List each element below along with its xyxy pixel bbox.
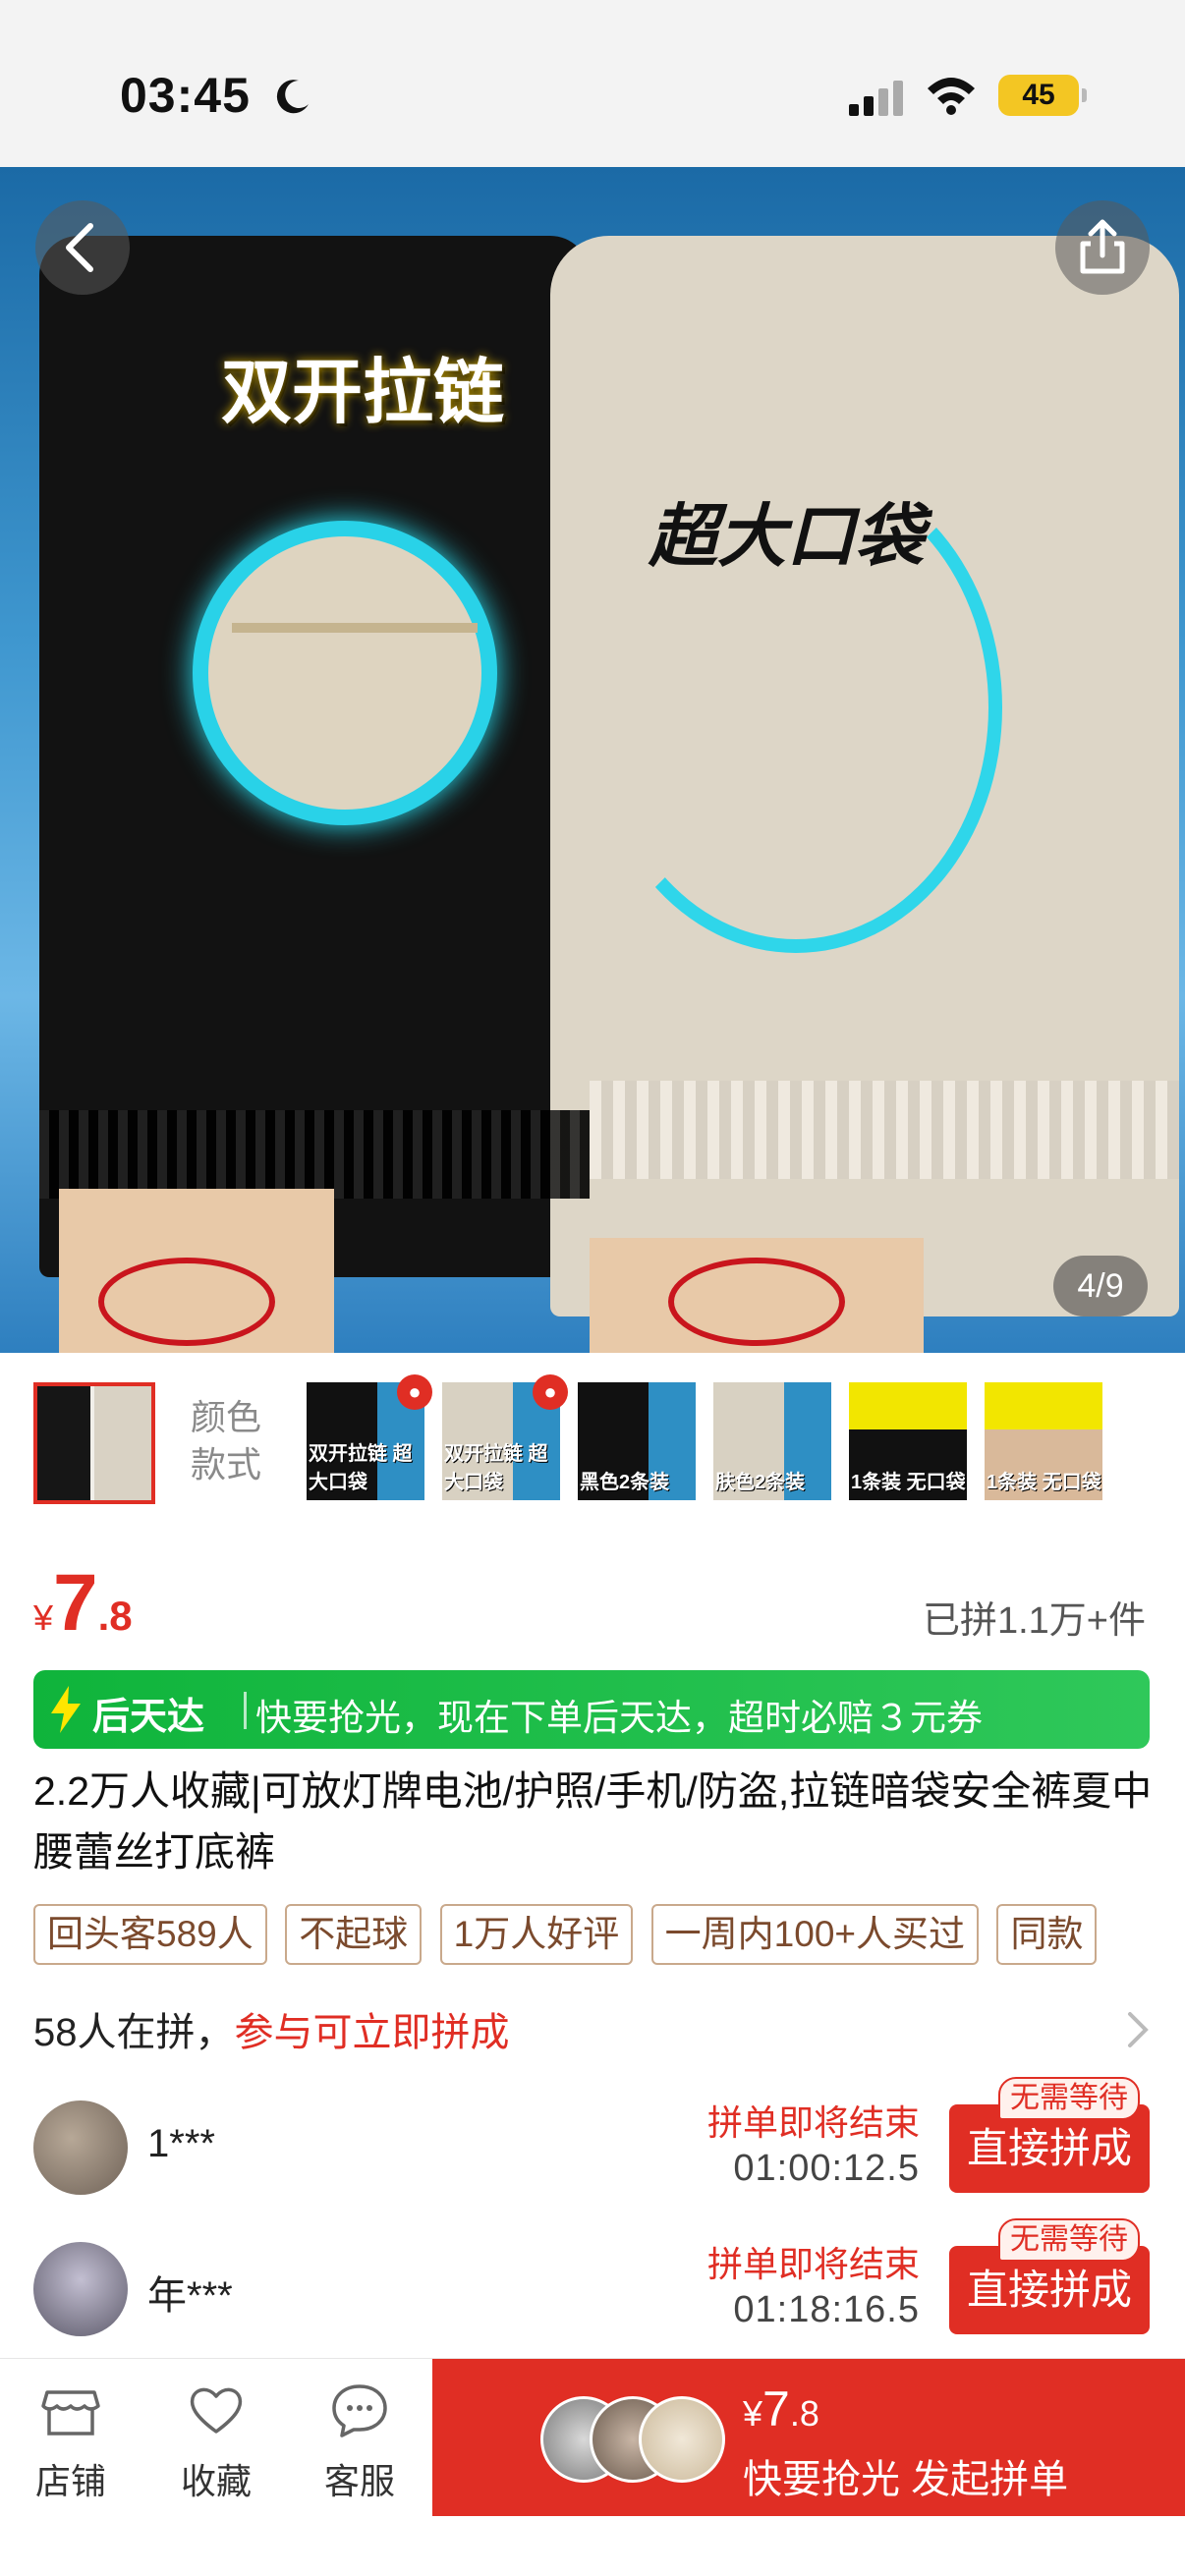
group-member-row: 1*** 拼单即将结束 01:00:12.5 直接拼成 无需等待	[0, 2077, 1185, 2218]
countdown-timer: 01:00:12.5	[733, 2148, 920, 2189]
store-icon	[41, 2390, 100, 2436]
chevron-right-icon[interactable]	[1126, 2010, 1152, 2049]
bottom-action-bar: 店铺 收藏 客服 ¥7.8 快要抢光 发起拼单	[0, 2358, 1185, 2576]
battery-indicator: 45	[998, 75, 1087, 116]
banner-tag: 后天达	[92, 1697, 205, 1738]
product-image-gallery[interactable]: 双开拉链 超大口袋	[0, 167, 1185, 1353]
cta-price: ¥7.8	[743, 2381, 819, 2436]
status-time: 03:45	[120, 68, 251, 123]
no-wait-badge: 无需等待	[998, 2077, 1140, 2120]
member-name: 年***	[147, 2274, 233, 2318]
variant-selected-thumb[interactable]	[33, 1382, 155, 1504]
variant-thumb[interactable]: 1条装 无口袋	[849, 1382, 967, 1500]
group-member-row: 年*** 拼单即将结束 01:18:16.5 直接拼成 无需等待	[0, 2218, 1185, 2360]
share-button[interactable]	[1055, 200, 1150, 295]
hot-flame-icon: ●	[397, 1374, 432, 1410]
hot-flame-icon: ●	[533, 1374, 568, 1410]
variant-thumb[interactable]: 1条装 无口袋	[985, 1382, 1102, 1500]
signal-icon	[849, 81, 903, 116]
store-tab[interactable]: 店铺	[12, 2379, 130, 2504]
no-wait-badge: 无需等待	[998, 2218, 1140, 2262]
price: ¥7.8	[33, 1558, 133, 1648]
delivery-banner[interactable]: 后天达 快要抢光，现在下单后天达，超时必赔３元券	[33, 1670, 1150, 1749]
lightning-icon	[51, 1686, 81, 1733]
variant-thumb[interactable]: 黑色2条装	[578, 1382, 696, 1500]
back-button[interactable]	[35, 200, 130, 295]
moon-icon	[276, 80, 309, 114]
product-title: 2.2万人收藏|可放灯牌电池/护照/手机/防盗,拉链暗袋安全裤夏中腰蕾丝打底裤	[33, 1768, 1153, 1875]
avatar	[33, 2100, 128, 2195]
group-status: 拼单即将结束	[706, 2102, 920, 2143]
start-group-button[interactable]: ¥7.8 快要抢光 发起拼单	[432, 2359, 1185, 2516]
overlay-text-pocket: 超大口袋	[649, 498, 924, 575]
product-tag: 一周内100+人买过	[650, 1904, 980, 1965]
product-tag: 回头客589人	[33, 1904, 267, 1965]
variant-thumb[interactable]: 肤色2条装	[713, 1382, 831, 1500]
variant-label: 颜色 款式	[191, 1397, 262, 1484]
heart-icon	[190, 2387, 243, 2434]
chat-icon	[332, 2384, 387, 2437]
cta-label: 快要抢光 发起拼单	[743, 2458, 1069, 2501]
share-icon	[1080, 219, 1125, 274]
avatar	[33, 2242, 128, 2336]
variant-selector[interactable]: 颜色 款式 双开拉链 超大口袋 ● 双开拉链 超大口袋 ● 黑色2条装 肤色2条…	[0, 1353, 1185, 1504]
rose-tattoo-icon	[668, 1258, 845, 1346]
zipper-zoom-circle	[193, 521, 497, 825]
avatar	[639, 2396, 725, 2483]
group-buy-header[interactable]: 58人在拼，参与可立即拼成	[33, 2000, 510, 2057]
customer-service-tab[interactable]: 客服	[301, 2379, 419, 2504]
rose-tattoo-icon	[98, 1258, 275, 1346]
product-tag: 同款	[996, 1904, 1098, 1965]
status-bar: 03:45 45	[0, 0, 1185, 167]
member-name: 1***	[147, 2122, 215, 2165]
product-tag: 不起球	[285, 1904, 423, 1965]
favorite-tab[interactable]: 收藏	[157, 2379, 275, 2504]
product-tag: 1万人好评	[439, 1904, 634, 1965]
overlay-text-zipper: 双开拉链	[221, 354, 505, 432]
chevron-left-icon	[66, 223, 93, 272]
banner-text: 快要抢光，现在下单后天达，超时必赔３元券	[255, 1698, 983, 1738]
group-status: 拼单即将结束	[706, 2244, 920, 2284]
gallery-page-indicator: 4/9	[1053, 1256, 1148, 1316]
sold-count: 已拼1.1万+件	[922, 1600, 1146, 1642]
countdown-timer: 01:18:16.5	[733, 2289, 920, 2330]
product-tags: 回头客589人 不起球 1万人好评 一周内100+人买过 同款	[33, 1904, 1185, 1969]
wifi-icon	[928, 78, 975, 115]
